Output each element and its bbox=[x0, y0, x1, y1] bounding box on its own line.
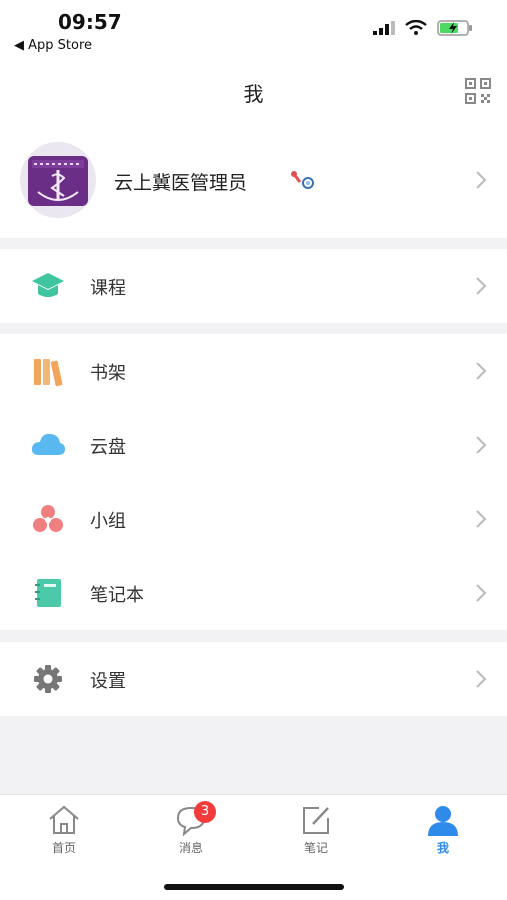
status-bar: 09:57 ◀ App Store bbox=[0, 0, 507, 64]
menu-group-settings: 设置 bbox=[0, 642, 507, 716]
gear-icon bbox=[34, 665, 62, 693]
battery-charging-icon bbox=[437, 20, 472, 36]
menu-item-cloud-drive[interactable]: 云盘 bbox=[0, 408, 507, 482]
back-to-app-store-link[interactable]: ◀ App Store bbox=[14, 38, 92, 53]
medal-icon bbox=[291, 171, 314, 189]
tab-label: 我 bbox=[436, 841, 449, 855]
tab-messages[interactable]: 3 消息 bbox=[156, 801, 226, 856]
profile-row[interactable]: 云上冀医管理员 bbox=[0, 120, 507, 238]
bookshelf-icon bbox=[34, 359, 63, 387]
chevron-right-icon bbox=[476, 362, 487, 380]
avatar bbox=[20, 142, 96, 218]
unread-badge: 3 bbox=[194, 801, 216, 823]
profile-name: 云上冀医管理员 bbox=[114, 172, 248, 194]
profile-icon bbox=[428, 806, 458, 836]
cloud-icon bbox=[31, 433, 65, 455]
menu-item-settings[interactable]: 设置 bbox=[0, 642, 507, 716]
tab-label: 笔记 bbox=[303, 841, 328, 855]
signal-icon bbox=[373, 21, 395, 35]
chevron-right-icon bbox=[476, 510, 487, 528]
tab-notes[interactable]: 笔记 bbox=[281, 803, 351, 856]
chevron-right-icon bbox=[476, 584, 487, 602]
tab-label: 消息 bbox=[178, 841, 203, 855]
tab-home[interactable]: 首页 bbox=[29, 803, 99, 856]
menu-item-notebook[interactable]: 笔记本 bbox=[0, 556, 507, 630]
chevron-right-icon bbox=[476, 670, 487, 688]
group-icon bbox=[33, 505, 63, 532]
menu-group-course: 课程 bbox=[0, 249, 507, 323]
menu-item-course[interactable]: 课程 bbox=[0, 249, 507, 323]
menu-item-label: 笔记本 bbox=[90, 585, 144, 606]
back-app-label: App Store bbox=[28, 38, 93, 53]
home-indicator bbox=[164, 884, 344, 890]
notebook-icon bbox=[35, 579, 61, 607]
status-icons bbox=[373, 20, 473, 36]
chevron-right-icon bbox=[476, 171, 487, 189]
chevron-right-icon bbox=[476, 436, 487, 454]
menu-item-label: 课程 bbox=[90, 278, 126, 299]
back-triangle-icon: ◀ bbox=[14, 38, 24, 53]
menu-group-main: 书架 云盘 小组 笔记本 bbox=[0, 334, 507, 630]
tab-me[interactable]: 我 bbox=[408, 803, 478, 856]
menu-item-label: 设置 bbox=[90, 671, 126, 692]
menu-item-bookshelf[interactable]: 书架 bbox=[0, 334, 507, 408]
page-title: 我 bbox=[243, 82, 264, 106]
status-time: 09:57 bbox=[58, 10, 122, 34]
university-emblem-icon bbox=[28, 156, 88, 206]
graduation-cap-icon bbox=[32, 273, 64, 297]
menu-item-group[interactable]: 小组 bbox=[0, 482, 507, 556]
note-edit-icon bbox=[303, 807, 329, 834]
menu-item-label: 云盘 bbox=[90, 437, 126, 458]
qr-code-icon[interactable] bbox=[465, 78, 491, 104]
tab-label: 首页 bbox=[51, 841, 76, 855]
chevron-right-icon bbox=[476, 277, 487, 295]
menu-item-label: 小组 bbox=[90, 511, 126, 532]
menu-item-label: 书架 bbox=[90, 363, 126, 384]
nav-bar: 我 bbox=[0, 64, 507, 120]
wifi-icon bbox=[405, 20, 427, 35]
home-icon bbox=[49, 805, 79, 834]
